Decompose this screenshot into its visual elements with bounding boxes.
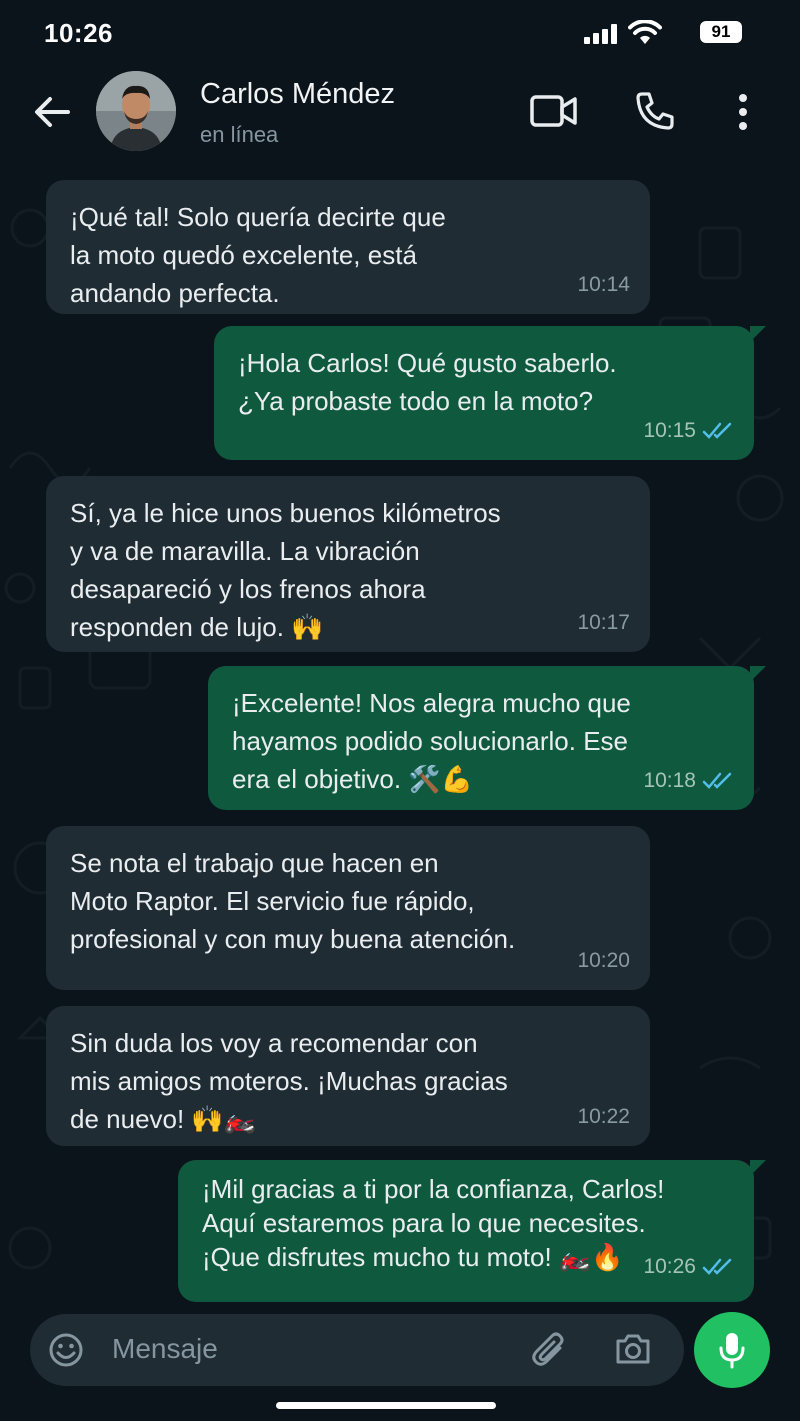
emoji-icon[interactable]	[48, 1332, 84, 1368]
message-text: ¡Qué tal! Solo quería decirte que la mot…	[70, 202, 446, 308]
signal-icon	[584, 24, 618, 44]
avatar[interactable]	[96, 71, 176, 151]
message-bubble-incoming[interactable]: Sí, ya le hice unos buenos kilómetros y …	[46, 476, 650, 652]
message-meta: 10:17	[577, 604, 630, 642]
message-time: 10:14	[577, 273, 630, 296]
status-time: 10:26	[44, 18, 113, 48]
message-time: 10:18	[643, 769, 696, 792]
message-meta: 10:14	[577, 266, 630, 304]
camera-icon[interactable]	[614, 1332, 652, 1366]
message-meta: 10:22	[577, 1098, 630, 1136]
message-time: 10:26	[643, 1255, 696, 1278]
chat-area[interactable]: ¡Qué tal! Solo quería decirte que la mot…	[0, 168, 800, 1308]
arrow-left-icon[interactable]	[30, 90, 74, 134]
message-input[interactable]: Mensaje	[112, 1333, 218, 1365]
double-check-icon	[702, 772, 732, 789]
double-check-icon	[702, 422, 732, 439]
message-bubble-incoming[interactable]: Se nota el trabajo que hacen en Moto Rap…	[46, 826, 650, 990]
message-bubble-outgoing[interactable]: ¡Hola Carlos! Qué gusto saberlo. ¿Ya pro…	[214, 326, 766, 460]
wifi-icon	[628, 20, 662, 44]
message-text: Sin duda los voy a recomendar con mis am…	[70, 1028, 508, 1134]
home-indicator[interactable]	[276, 1402, 496, 1409]
microphone-icon	[719, 1333, 745, 1369]
status-bar: 10:26 91	[0, 0, 800, 66]
bubble-tail	[750, 666, 766, 682]
message-text: Se nota el trabajo que hacen en Moto Rap…	[70, 848, 516, 954]
message-time: 10:20	[577, 949, 630, 972]
phone-icon[interactable]	[634, 90, 676, 132]
message-time: 10:15	[643, 419, 696, 442]
bubble-tail	[750, 326, 766, 342]
message-text: Sí, ya le hice unos buenos kilómetros y …	[70, 498, 501, 642]
message-time: 10:22	[577, 1105, 630, 1128]
message-bubble-incoming[interactable]: ¡Qué tal! Solo quería decirte que la mot…	[46, 180, 650, 314]
chat-header: Carlos Méndez en línea	[0, 66, 800, 169]
battery-level: 91	[711, 22, 731, 41]
contact-name[interactable]: Carlos Méndez	[200, 78, 395, 111]
message-bubble-outgoing[interactable]: ¡Mil gracias a ti por la confianza, Carl…	[178, 1160, 766, 1302]
message-bubble-outgoing[interactable]: ¡Excelente! Nos alegra mucho que hayamos…	[208, 666, 766, 810]
battery-indicator: 91	[700, 21, 742, 43]
avatar-photo	[96, 71, 176, 151]
message-meta: 10:15	[643, 412, 734, 450]
message-composer: Mensaje	[30, 1314, 684, 1386]
status-icons: 91	[568, 20, 748, 48]
message-meta: 10:20	[577, 942, 630, 980]
message-time: 10:17	[577, 611, 630, 634]
video-camera-icon[interactable]	[530, 94, 578, 128]
paperclip-icon[interactable]	[530, 1330, 570, 1370]
message-meta: 10:26	[643, 1248, 734, 1286]
more-vertical-icon[interactable]	[736, 92, 750, 132]
message-bubble-incoming[interactable]: Sin duda los voy a recomendar con mis am…	[46, 1006, 650, 1146]
double-check-icon	[702, 1258, 732, 1275]
mic-button[interactable]	[694, 1312, 770, 1388]
message-text: ¡Hola Carlos! Qué gusto saberlo. ¿Ya pro…	[238, 348, 617, 416]
contact-status: en línea	[200, 122, 279, 147]
bubble-tail	[750, 1160, 766, 1176]
message-meta: 10:18	[643, 762, 734, 800]
